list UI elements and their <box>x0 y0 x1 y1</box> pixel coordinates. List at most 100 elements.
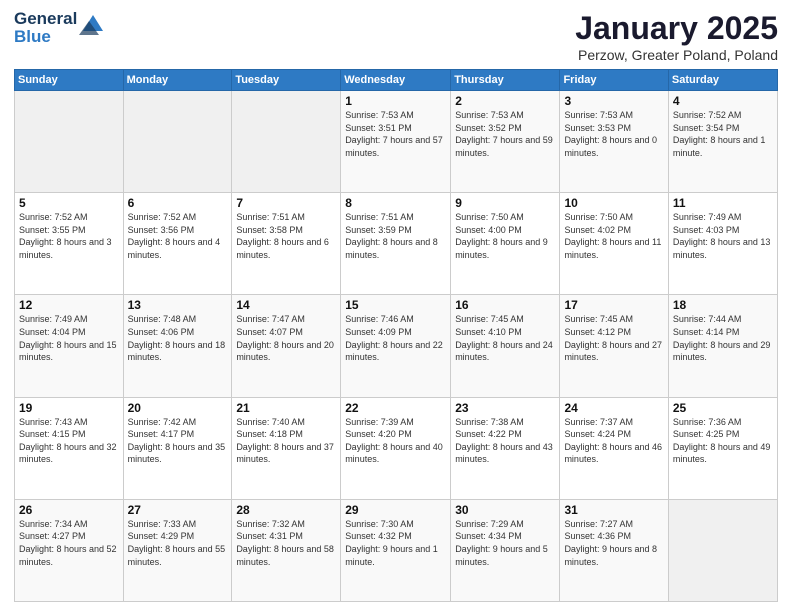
day-content: Sunrise: 7:51 AMSunset: 3:58 PMDaylight:… <box>236 211 336 261</box>
day-content: Sunrise: 7:52 AMSunset: 3:54 PMDaylight:… <box>673 109 773 159</box>
table-row: 16Sunrise: 7:45 AMSunset: 4:10 PMDayligh… <box>451 295 560 397</box>
day-number: 17 <box>564 298 663 312</box>
day-number: 28 <box>236 503 336 517</box>
day-number: 26 <box>19 503 119 517</box>
day-number: 18 <box>673 298 773 312</box>
header-wednesday: Wednesday <box>341 70 451 91</box>
header-monday: Monday <box>123 70 232 91</box>
table-row: 7Sunrise: 7:51 AMSunset: 3:58 PMDaylight… <box>232 193 341 295</box>
table-row: 30Sunrise: 7:29 AMSunset: 4:34 PMDayligh… <box>451 499 560 601</box>
logo-icon <box>79 13 107 35</box>
day-number: 9 <box>455 196 555 210</box>
logo: General Blue <box>14 10 107 46</box>
day-content: Sunrise: 7:53 AMSunset: 3:52 PMDaylight:… <box>455 109 555 159</box>
table-row <box>668 499 777 601</box>
table-row: 13Sunrise: 7:48 AMSunset: 4:06 PMDayligh… <box>123 295 232 397</box>
day-content: Sunrise: 7:45 AMSunset: 4:12 PMDaylight:… <box>564 313 663 363</box>
day-number: 1 <box>345 94 446 108</box>
page: General Blue January 2025 Perzow, Greate… <box>0 0 792 612</box>
table-row: 21Sunrise: 7:40 AMSunset: 4:18 PMDayligh… <box>232 397 341 499</box>
day-number: 31 <box>564 503 663 517</box>
day-content: Sunrise: 7:49 AMSunset: 4:03 PMDaylight:… <box>673 211 773 261</box>
day-number: 30 <box>455 503 555 517</box>
table-row: 23Sunrise: 7:38 AMSunset: 4:22 PMDayligh… <box>451 397 560 499</box>
logo-blue: Blue <box>14 28 77 46</box>
day-number: 10 <box>564 196 663 210</box>
day-number: 20 <box>128 401 228 415</box>
day-content: Sunrise: 7:37 AMSunset: 4:24 PMDaylight:… <box>564 416 663 466</box>
table-row: 20Sunrise: 7:42 AMSunset: 4:17 PMDayligh… <box>123 397 232 499</box>
table-row: 17Sunrise: 7:45 AMSunset: 4:12 PMDayligh… <box>560 295 668 397</box>
table-row: 11Sunrise: 7:49 AMSunset: 4:03 PMDayligh… <box>668 193 777 295</box>
day-content: Sunrise: 7:46 AMSunset: 4:09 PMDaylight:… <box>345 313 446 363</box>
table-row: 10Sunrise: 7:50 AMSunset: 4:02 PMDayligh… <box>560 193 668 295</box>
table-row: 9Sunrise: 7:50 AMSunset: 4:00 PMDaylight… <box>451 193 560 295</box>
day-content: Sunrise: 7:43 AMSunset: 4:15 PMDaylight:… <box>19 416 119 466</box>
table-row: 31Sunrise: 7:27 AMSunset: 4:36 PMDayligh… <box>560 499 668 601</box>
day-number: 4 <box>673 94 773 108</box>
day-content: Sunrise: 7:39 AMSunset: 4:20 PMDaylight:… <box>345 416 446 466</box>
table-row: 19Sunrise: 7:43 AMSunset: 4:15 PMDayligh… <box>15 397 124 499</box>
subtitle: Perzow, Greater Poland, Poland <box>575 47 778 63</box>
day-content: Sunrise: 7:30 AMSunset: 4:32 PMDaylight:… <box>345 518 446 568</box>
day-content: Sunrise: 7:51 AMSunset: 3:59 PMDaylight:… <box>345 211 446 261</box>
table-row: 5Sunrise: 7:52 AMSunset: 3:55 PMDaylight… <box>15 193 124 295</box>
table-row: 6Sunrise: 7:52 AMSunset: 3:56 PMDaylight… <box>123 193 232 295</box>
day-content: Sunrise: 7:38 AMSunset: 4:22 PMDaylight:… <box>455 416 555 466</box>
header: General Blue January 2025 Perzow, Greate… <box>14 10 778 63</box>
table-row: 29Sunrise: 7:30 AMSunset: 4:32 PMDayligh… <box>341 499 451 601</box>
table-row: 14Sunrise: 7:47 AMSunset: 4:07 PMDayligh… <box>232 295 341 397</box>
day-number: 6 <box>128 196 228 210</box>
day-content: Sunrise: 7:49 AMSunset: 4:04 PMDaylight:… <box>19 313 119 363</box>
day-number: 16 <box>455 298 555 312</box>
day-number: 13 <box>128 298 228 312</box>
table-row: 12Sunrise: 7:49 AMSunset: 4:04 PMDayligh… <box>15 295 124 397</box>
day-number: 14 <box>236 298 336 312</box>
day-content: Sunrise: 7:53 AMSunset: 3:51 PMDaylight:… <box>345 109 446 159</box>
day-content: Sunrise: 7:34 AMSunset: 4:27 PMDaylight:… <box>19 518 119 568</box>
table-row: 3Sunrise: 7:53 AMSunset: 3:53 PMDaylight… <box>560 91 668 193</box>
table-row: 26Sunrise: 7:34 AMSunset: 4:27 PMDayligh… <box>15 499 124 601</box>
header-friday: Friday <box>560 70 668 91</box>
table-row: 1Sunrise: 7:53 AMSunset: 3:51 PMDaylight… <box>341 91 451 193</box>
table-row: 28Sunrise: 7:32 AMSunset: 4:31 PMDayligh… <box>232 499 341 601</box>
day-number: 15 <box>345 298 446 312</box>
day-content: Sunrise: 7:52 AMSunset: 3:56 PMDaylight:… <box>128 211 228 261</box>
day-number: 5 <box>19 196 119 210</box>
table-row <box>123 91 232 193</box>
calendar-body: 1Sunrise: 7:53 AMSunset: 3:51 PMDaylight… <box>15 91 778 602</box>
day-number: 27 <box>128 503 228 517</box>
day-number: 7 <box>236 196 336 210</box>
header-sunday: Sunday <box>15 70 124 91</box>
table-row: 24Sunrise: 7:37 AMSunset: 4:24 PMDayligh… <box>560 397 668 499</box>
day-content: Sunrise: 7:45 AMSunset: 4:10 PMDaylight:… <box>455 313 555 363</box>
day-content: Sunrise: 7:29 AMSunset: 4:34 PMDaylight:… <box>455 518 555 568</box>
day-content: Sunrise: 7:48 AMSunset: 4:06 PMDaylight:… <box>128 313 228 363</box>
day-number: 12 <box>19 298 119 312</box>
table-row: 15Sunrise: 7:46 AMSunset: 4:09 PMDayligh… <box>341 295 451 397</box>
table-row: 22Sunrise: 7:39 AMSunset: 4:20 PMDayligh… <box>341 397 451 499</box>
day-content: Sunrise: 7:50 AMSunset: 4:02 PMDaylight:… <box>564 211 663 261</box>
calendar-table: Sunday Monday Tuesday Wednesday Thursday… <box>14 69 778 602</box>
header-row: Sunday Monday Tuesday Wednesday Thursday… <box>15 70 778 91</box>
day-number: 29 <box>345 503 446 517</box>
table-row: 18Sunrise: 7:44 AMSunset: 4:14 PMDayligh… <box>668 295 777 397</box>
day-number: 24 <box>564 401 663 415</box>
calendar-header: Sunday Monday Tuesday Wednesday Thursday… <box>15 70 778 91</box>
header-tuesday: Tuesday <box>232 70 341 91</box>
table-row: 4Sunrise: 7:52 AMSunset: 3:54 PMDaylight… <box>668 91 777 193</box>
day-content: Sunrise: 7:50 AMSunset: 4:00 PMDaylight:… <box>455 211 555 261</box>
header-saturday: Saturday <box>668 70 777 91</box>
day-content: Sunrise: 7:40 AMSunset: 4:18 PMDaylight:… <box>236 416 336 466</box>
logo-general: General <box>14 10 77 28</box>
table-row <box>15 91 124 193</box>
day-content: Sunrise: 7:27 AMSunset: 4:36 PMDaylight:… <box>564 518 663 568</box>
day-content: Sunrise: 7:36 AMSunset: 4:25 PMDaylight:… <box>673 416 773 466</box>
day-number: 2 <box>455 94 555 108</box>
day-number: 3 <box>564 94 663 108</box>
day-number: 19 <box>19 401 119 415</box>
day-number: 8 <box>345 196 446 210</box>
header-thursday: Thursday <box>451 70 560 91</box>
day-content: Sunrise: 7:42 AMSunset: 4:17 PMDaylight:… <box>128 416 228 466</box>
day-content: Sunrise: 7:44 AMSunset: 4:14 PMDaylight:… <box>673 313 773 363</box>
